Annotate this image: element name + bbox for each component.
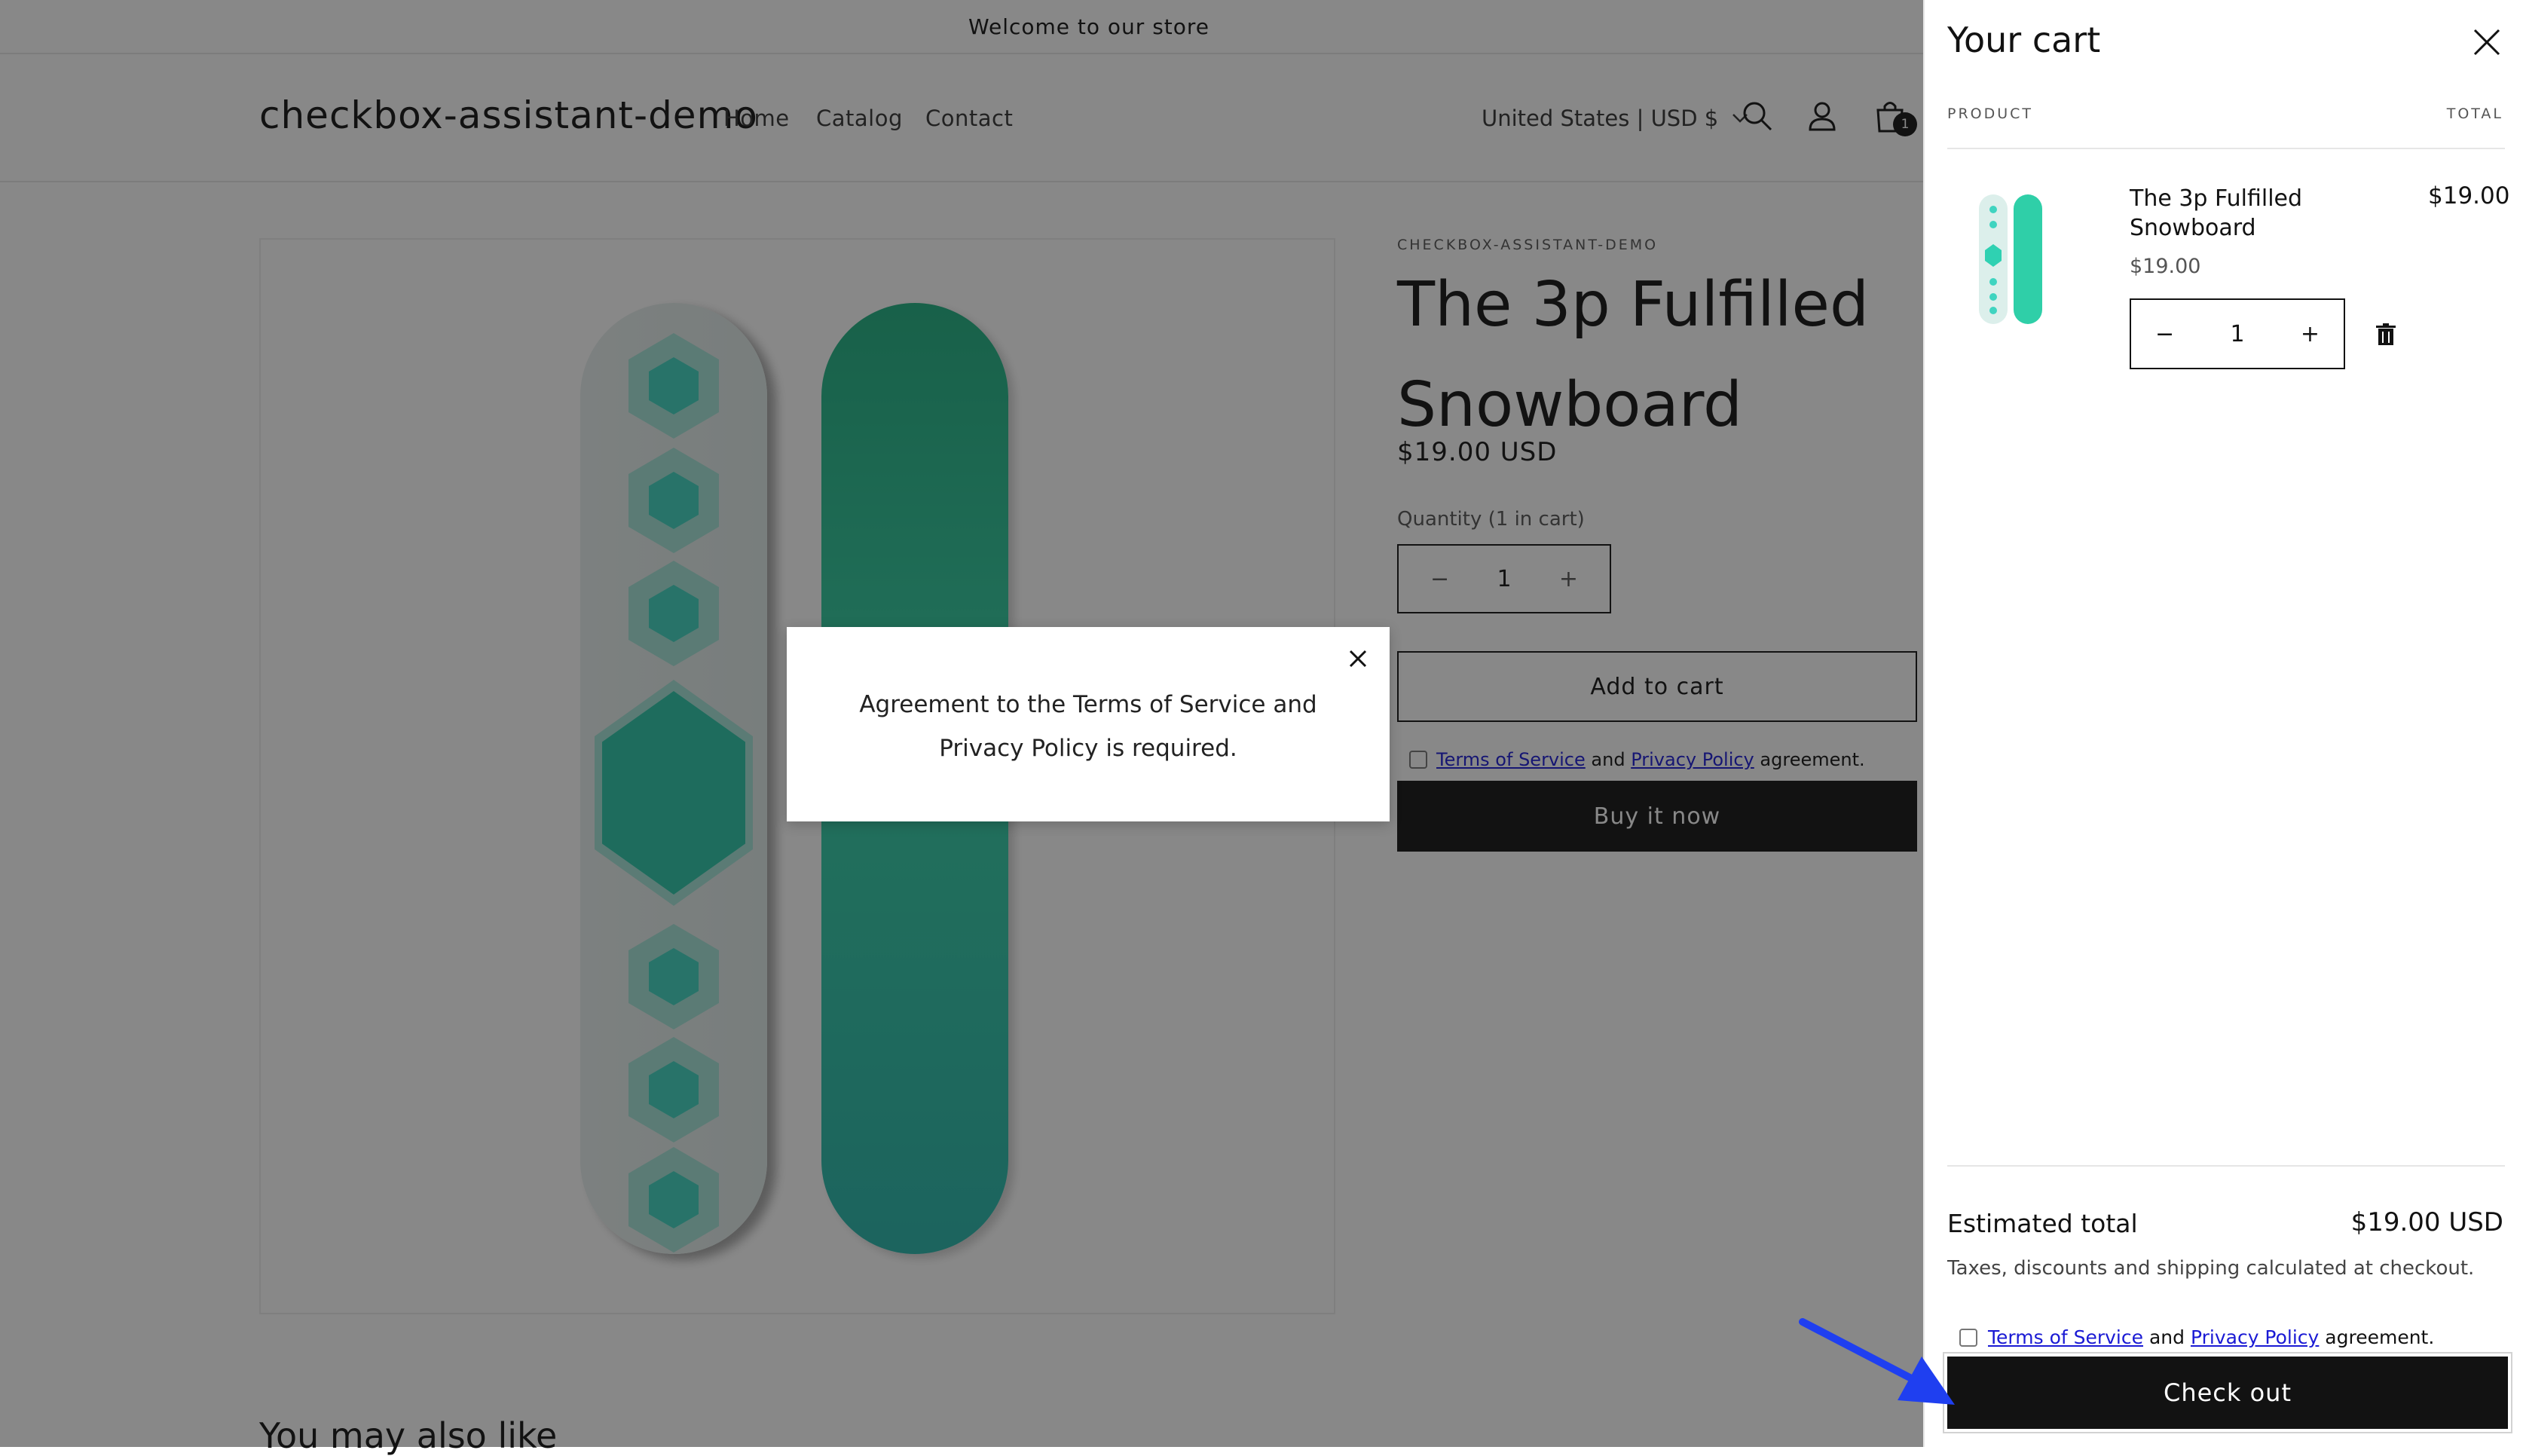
alert-dialog: Agreement to the Terms of Service and Pr… xyxy=(787,627,1390,821)
cart-item-total: $19.00 xyxy=(2428,182,2510,210)
checkout-button[interactable]: Check out xyxy=(1947,1357,2508,1429)
cart-drawer: Your cart PRODUCT TOTAL The 3p Fulfilled… xyxy=(1923,0,2523,1447)
tax-note: Taxes, discounts and shipping calculated… xyxy=(1947,1257,2475,1280)
cart-item-thumbnail[interactable] xyxy=(1968,191,2051,327)
checkout-button-focus-ring: Check out xyxy=(1943,1352,2512,1433)
cart-item-price: $19.00 xyxy=(2130,255,2201,278)
privacy-link[interactable]: Privacy Policy xyxy=(2191,1326,2319,1348)
estimated-total-label: Estimated total xyxy=(1947,1209,2138,1238)
column-total: TOTAL xyxy=(2446,106,2503,122)
cart-title: Your cart xyxy=(1947,20,2101,60)
tos-link[interactable]: Terms of Service xyxy=(1988,1326,2143,1348)
divider xyxy=(1947,148,2505,149)
plus-icon[interactable]: + xyxy=(2301,321,2320,347)
estimated-total-value: $19.00 USD xyxy=(2350,1207,2503,1237)
agreement-text: agreement. xyxy=(2325,1326,2435,1348)
cart-terms-agreement: Terms of Service and Privacy Policy agre… xyxy=(1959,1326,2434,1348)
cart-item-name[interactable]: The 3p Fulfilled Snowboard xyxy=(2130,184,2326,243)
and-text: and xyxy=(2148,1326,2185,1348)
close-icon[interactable] xyxy=(1343,644,1373,674)
arrow-annotation-icon xyxy=(1799,1318,1955,1405)
column-product: PRODUCT xyxy=(1947,106,2034,122)
minus-icon[interactable]: − xyxy=(2155,321,2174,347)
close-icon[interactable] xyxy=(2469,24,2505,60)
cart-terms-checkbox[interactable] xyxy=(1959,1328,1977,1347)
divider xyxy=(1947,1165,2505,1167)
alert-message: Agreement to the Terms of Service and Pr… xyxy=(859,691,1317,762)
cart-quantity-value[interactable]: 1 xyxy=(2230,321,2244,347)
trash-icon[interactable] xyxy=(2372,321,2399,348)
cart-quantity-stepper: − 1 + xyxy=(2130,298,2345,369)
